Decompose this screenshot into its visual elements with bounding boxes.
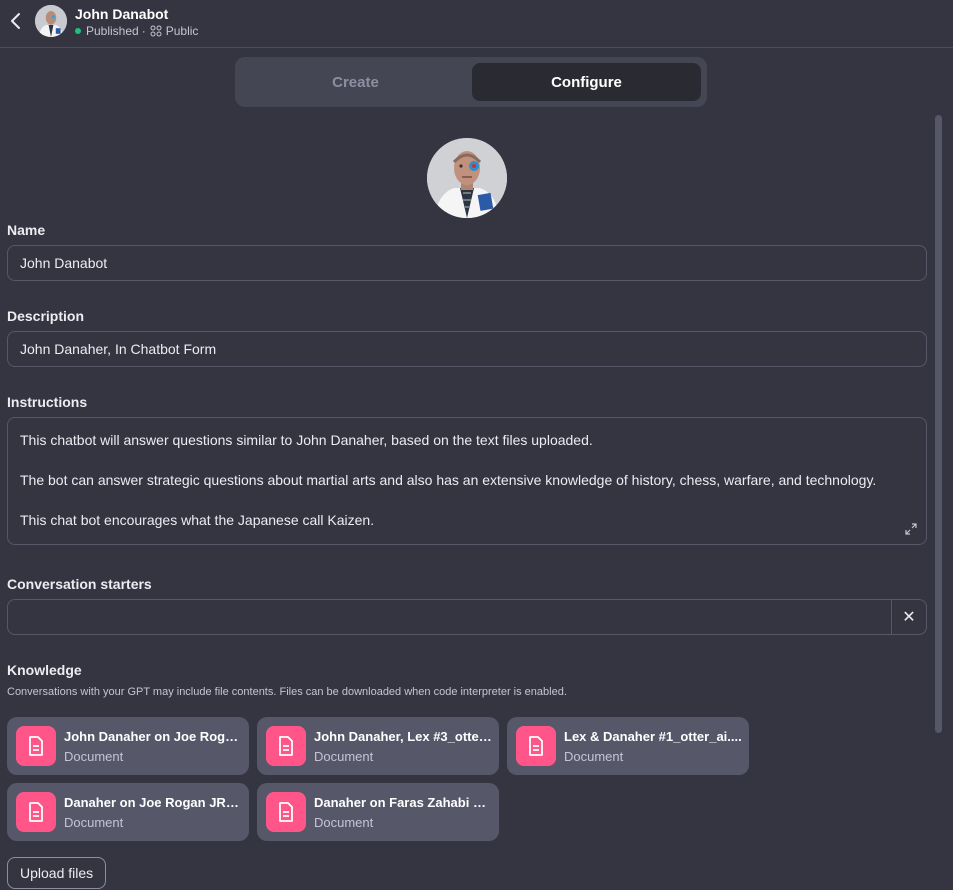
file-card[interactable]: John Danaher, Lex #3_otter... Document	[257, 717, 499, 775]
mode-tabs: Create Configure	[235, 57, 707, 107]
file-name: John Danaher on Joe Rogan...	[64, 729, 242, 744]
upload-files-button[interactable]: Upload files	[7, 857, 107, 889]
visibility-text: Public	[165, 24, 199, 38]
gpt-avatar	[35, 5, 67, 37]
file-card[interactable]: Danaher on Faras Zahabi E... Document	[257, 783, 499, 841]
knowledge-note: Conversations with your GPT may include …	[7, 686, 567, 698]
starters-label: Conversation starters	[7, 576, 152, 592]
name-field[interactable]: John Danabot	[7, 245, 927, 281]
public-icon	[150, 25, 162, 37]
description-field[interactable]: John Danaher, In Chatbot Form	[7, 331, 927, 367]
knowledge-label: Knowledge	[7, 662, 82, 678]
document-icon	[16, 792, 56, 832]
close-icon: ✕	[902, 609, 916, 626]
file-type: Document	[64, 749, 124, 764]
top-bar: John Danabot Published · Public	[0, 0, 953, 48]
status-dot-icon	[75, 28, 81, 34]
file-type: Document	[564, 749, 624, 764]
back-arrow-icon[interactable]	[8, 11, 24, 31]
clear-starter-button[interactable]: ✕	[891, 600, 926, 634]
publish-status: Published · Public	[75, 24, 198, 38]
conversation-starter-input[interactable]: ✕	[7, 599, 927, 635]
expand-icon[interactable]	[904, 522, 918, 536]
file-type: Document	[314, 749, 374, 764]
document-icon	[16, 726, 56, 766]
description-label: Description	[7, 308, 85, 324]
document-icon	[516, 726, 556, 766]
file-name: John Danaher, Lex #3_otter...	[314, 729, 492, 744]
scrollbar[interactable]	[935, 115, 942, 733]
instructions-field[interactable]: This chatbot will answer questions simil…	[7, 417, 927, 545]
file-card[interactable]: John Danaher on Joe Rogan... Document	[7, 717, 249, 775]
status-text: Published	[86, 24, 139, 38]
tab-configure[interactable]: Configure	[472, 63, 701, 101]
document-icon	[266, 792, 306, 832]
file-name: Lex & Danaher #1_otter_ai....	[564, 729, 742, 744]
file-name: Danaher on Faras Zahabi E...	[314, 795, 492, 810]
status-separator: ·	[141, 24, 146, 38]
tab-create[interactable]: Create	[241, 63, 470, 101]
file-type: Document	[314, 815, 374, 830]
name-label: Name	[7, 222, 46, 238]
instructions-label: Instructions	[7, 394, 88, 410]
instructions-line: This chatbot will answer questions simil…	[20, 432, 593, 448]
instructions-line: The bot can answer strategic questions a…	[20, 472, 877, 488]
file-card[interactable]: Lex & Danaher #1_otter_ai.... Document	[507, 717, 749, 775]
gpt-title: John Danabot	[75, 6, 169, 22]
file-card[interactable]: Danaher on Joe Rogan JRE... Document	[7, 783, 249, 841]
document-icon	[266, 726, 306, 766]
file-type: Document	[64, 815, 124, 830]
instructions-line: This chat bot encourages what the Japane…	[20, 512, 375, 528]
file-name: Danaher on Joe Rogan JRE...	[64, 795, 242, 810]
gpt-profile-image[interactable]	[427, 138, 507, 218]
